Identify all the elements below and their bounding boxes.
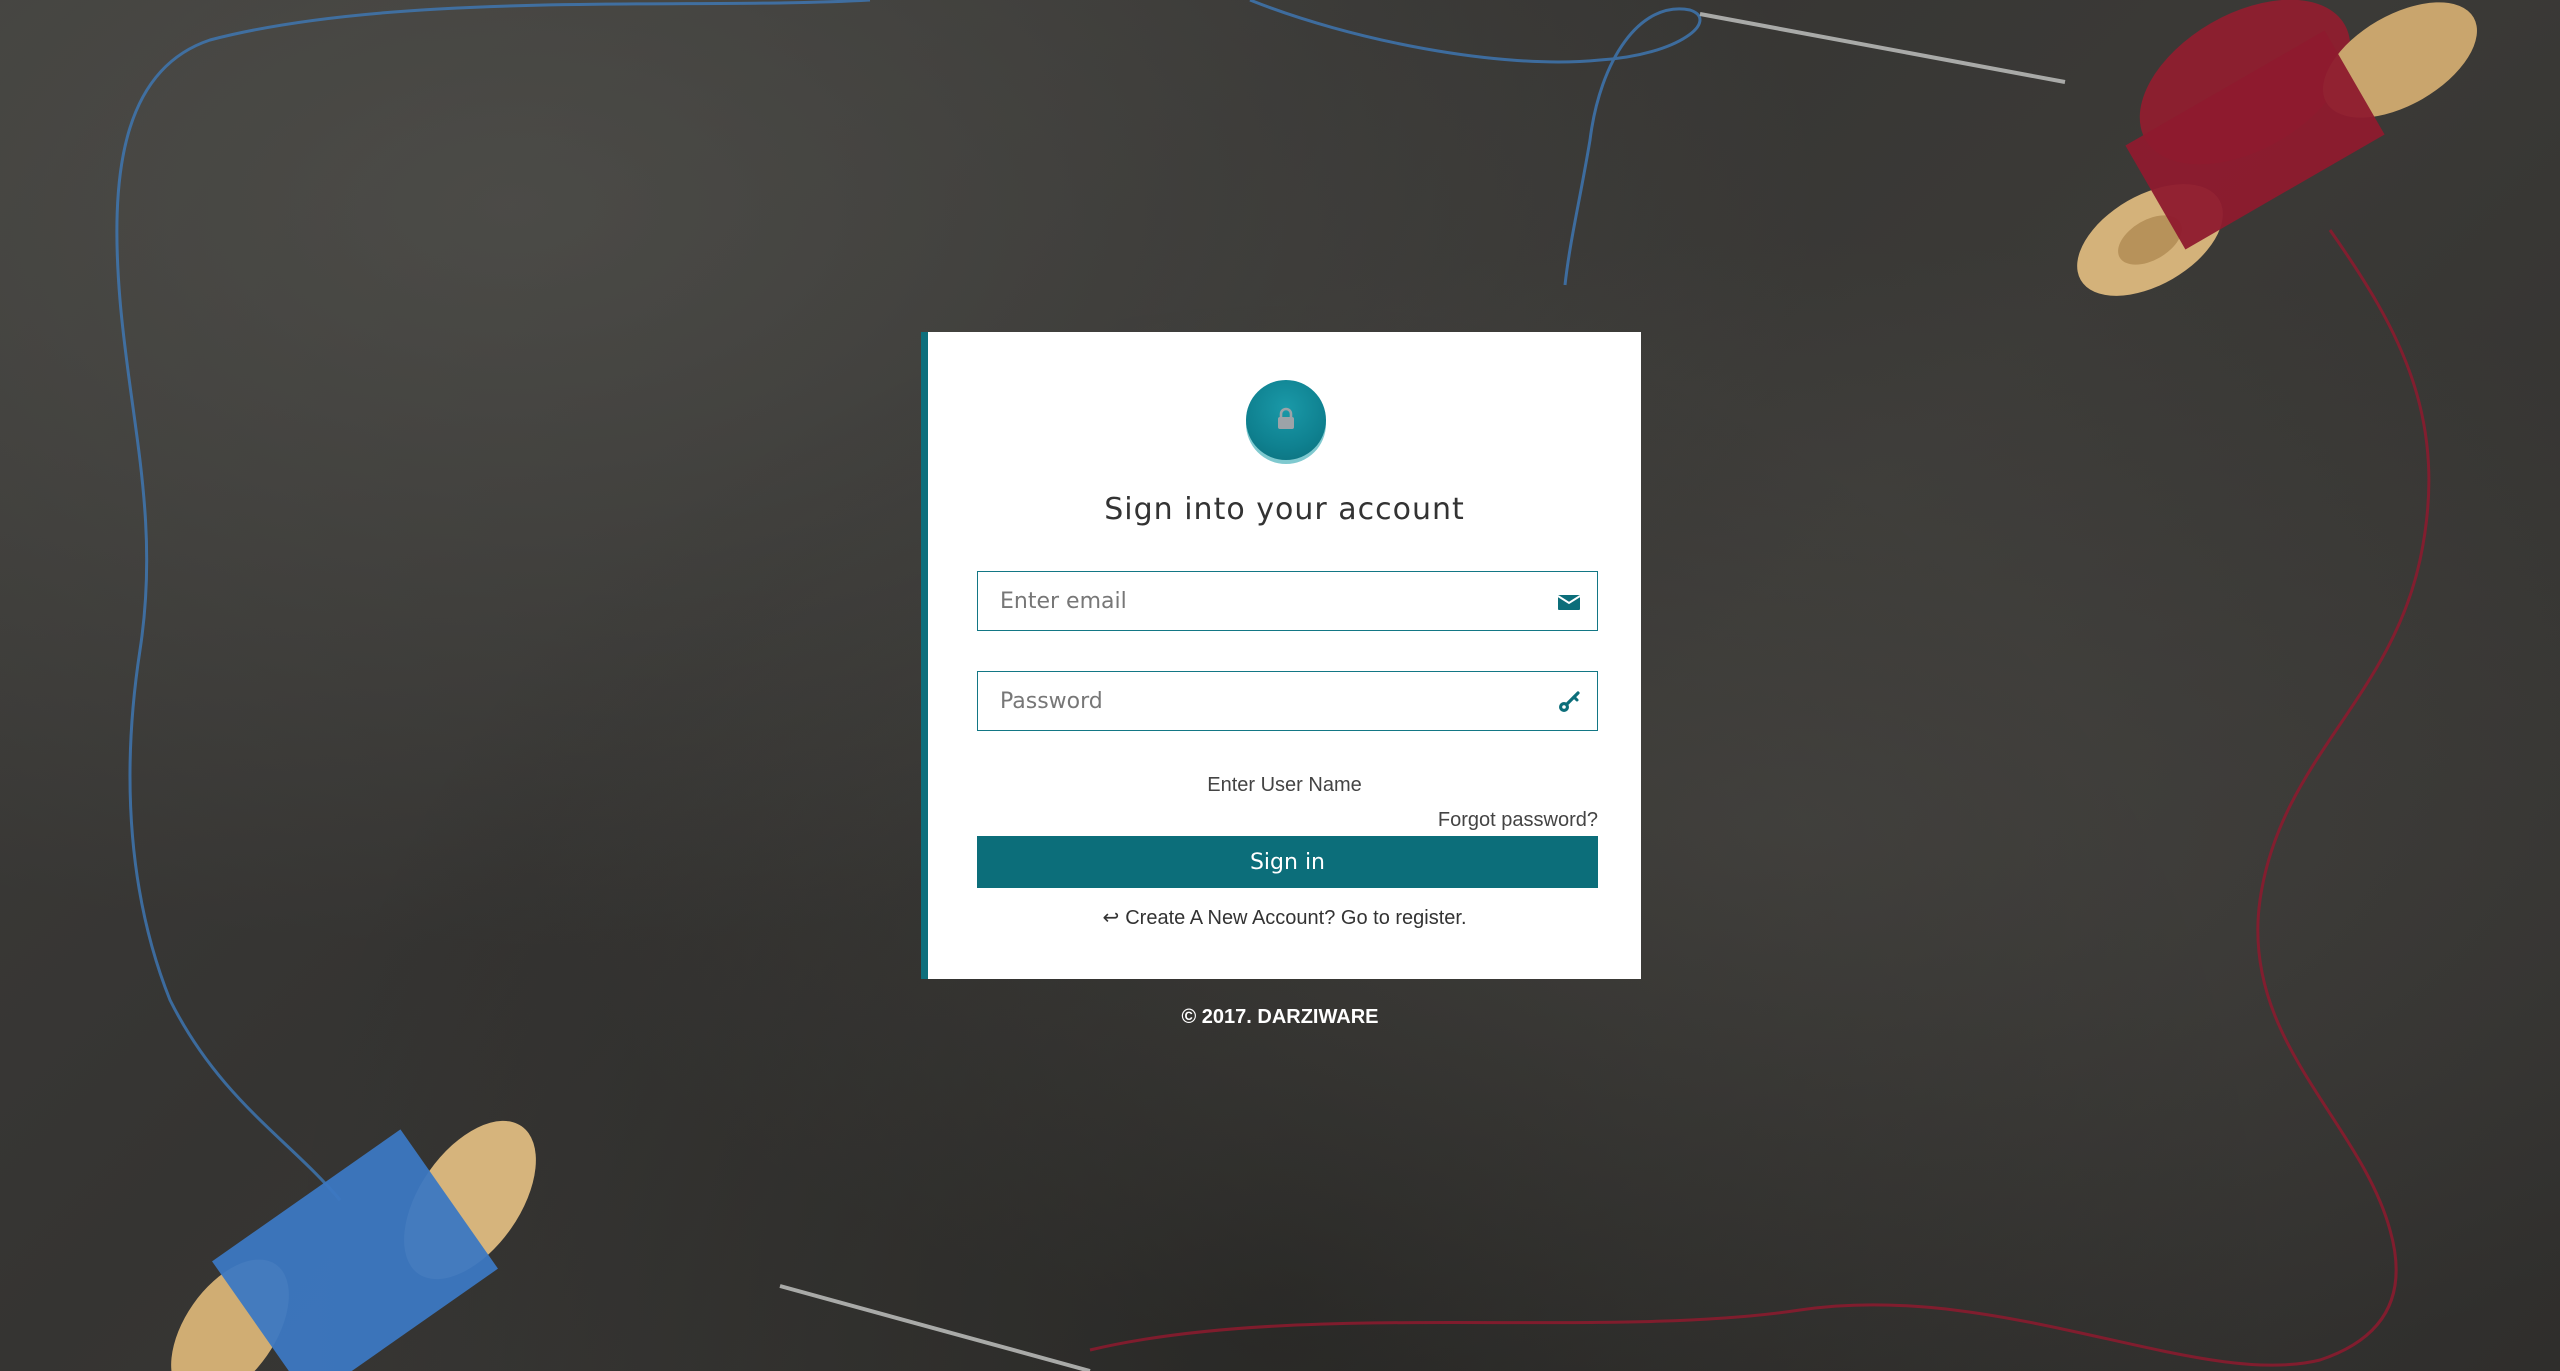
- password-field-wrapper: [977, 671, 1598, 731]
- needle-top: [1699, 12, 2066, 84]
- username-hint: Enter User Name: [1207, 774, 1362, 796]
- key-icon: [1559, 691, 1580, 712]
- password-input[interactable]: [978, 672, 1597, 730]
- lock-badge: [1246, 380, 1326, 464]
- register-link[interactable]: ↩ Create A New Account? Go to register.: [928, 905, 1641, 930]
- blue-thread-top: [1249, 0, 1702, 286]
- email-field-wrapper: [977, 571, 1598, 631]
- red-spool: [2077, 0, 2477, 296]
- sign-in-button[interactable]: Sign in: [977, 836, 1598, 888]
- register-link-text: Create A New Account? Go to register.: [1125, 907, 1467, 929]
- forgot-password-link[interactable]: Forgot password?: [1438, 809, 1598, 832]
- email-input[interactable]: [978, 572, 1597, 630]
- lock-icon: [1278, 407, 1294, 429]
- footer-copyright: © 2017. DARZIWARE: [1181, 1006, 1379, 1028]
- blue-spool: [171, 1120, 536, 1371]
- needle-bottom: [779, 1284, 1091, 1371]
- envelope-icon: [1557, 595, 1581, 610]
- page-title: Sign into your account: [1104, 492, 1465, 527]
- login-card: Sign into your account Enter User Name F…: [921, 332, 1641, 979]
- reply-arrow-icon: ↩: [1102, 907, 1120, 929]
